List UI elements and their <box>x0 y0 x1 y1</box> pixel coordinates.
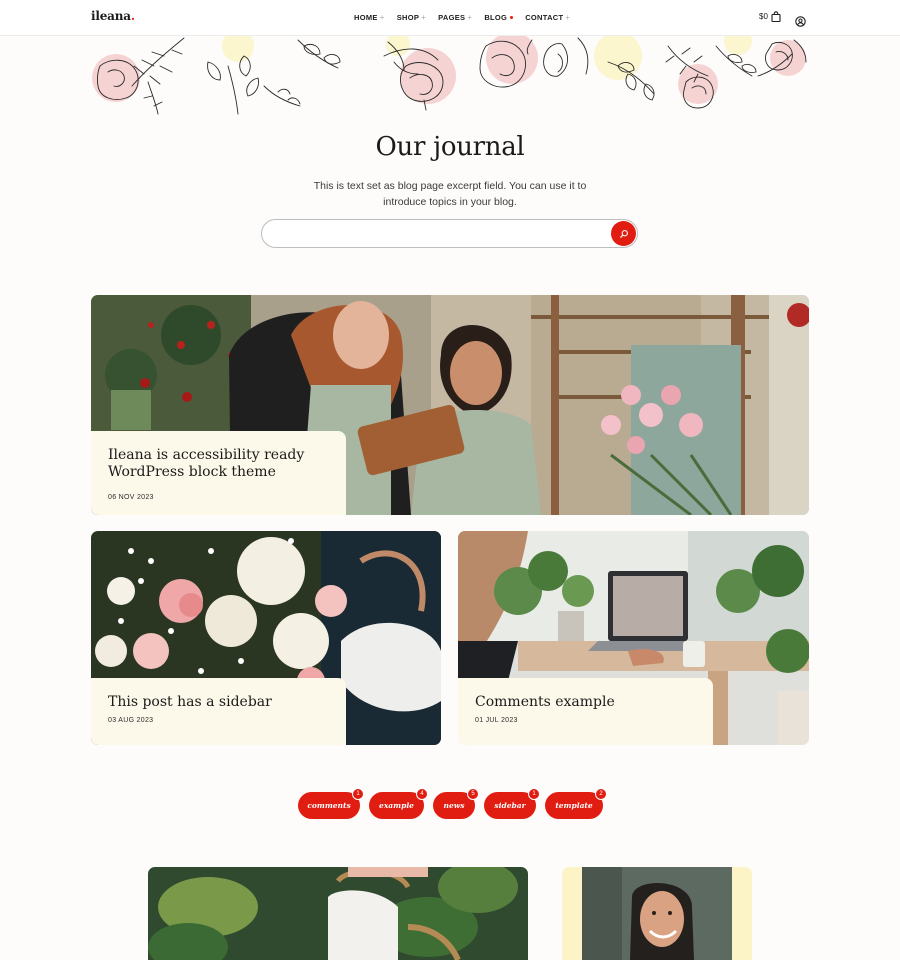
site-logo[interactable]: ileana. <box>91 9 135 23</box>
plus-icon: + <box>379 13 385 22</box>
tag-cloud: comments 1 example 4 news 5 sidebar 1 templa… <box>298 788 607 819</box>
tag-news[interactable]: news 5 <box>433 788 479 819</box>
nav-item-home[interactable]: HOME + <box>354 13 385 22</box>
page-excerpt: This is text set as blog page excerpt fi… <box>313 180 587 208</box>
tag-count-badge: 1 <box>352 788 364 800</box>
active-dot-icon <box>510 16 514 19</box>
plus-icon: + <box>565 13 571 22</box>
post-caption: Ileana is accessibility ready WordPress … <box>91 431 346 515</box>
tag-sidebar[interactable]: sidebar 1 <box>484 788 540 819</box>
shopping-bag-icon <box>771 11 781 22</box>
post-caption: This post has a sidebar 03 AUG 2023 <box>91 678 346 745</box>
post-thumbnail-portrait[interactable] <box>562 867 752 960</box>
user-circle-icon <box>795 16 806 27</box>
post-title[interactable]: Ileana is accessibility ready WordPress … <box>108 447 328 481</box>
search-icon <box>619 229 628 238</box>
post-date: 03 AUG 2023 <box>108 717 154 724</box>
nav-item-contact[interactable]: CONTACT + <box>525 13 570 22</box>
tag-count-badge: 5 <box>467 788 479 800</box>
plus-icon: + <box>421 13 427 22</box>
floral-decoration <box>92 36 807 115</box>
post-caption: Comments example 01 JUL 2023 <box>458 678 713 745</box>
page-title: Our journal <box>375 132 525 162</box>
post-thumbnail-watering-can[interactable] <box>148 867 528 960</box>
nav-item-pages[interactable]: PAGES + <box>438 13 472 22</box>
nav-item-blog[interactable]: BLOG <box>484 13 514 22</box>
search-input[interactable] <box>274 225 604 243</box>
search-button[interactable] <box>611 221 636 246</box>
post-date: 01 JUL 2023 <box>475 717 518 724</box>
cart-total: $0 <box>759 12 768 21</box>
smiling-woman-photo <box>562 867 752 960</box>
tag-example[interactable]: example 4 <box>369 788 428 819</box>
account-button[interactable] <box>795 12 806 31</box>
plus-icon: + <box>467 13 473 22</box>
post-date: 06 NOV 2023 <box>108 494 154 501</box>
post-card-comments[interactable]: Comments example 01 JUL 2023 <box>458 531 809 745</box>
site-header: ileana. HOME + SHOP + PAGES + BLOG CONTACT +… <box>0 0 900 36</box>
main-nav: HOME + SHOP + PAGES + BLOG CONTACT + <box>354 13 570 22</box>
post-title[interactable]: This post has a sidebar <box>108 694 338 711</box>
tag-comments[interactable]: comments 1 <box>298 788 364 819</box>
watering-can-plants-photo <box>148 867 528 960</box>
post-card-featured[interactable]: Ileana is accessibility ready WordPress … <box>91 295 809 515</box>
tag-count-badge: 4 <box>416 788 428 800</box>
search-box <box>261 219 638 248</box>
tag-template[interactable]: template 2 <box>545 788 607 819</box>
nav-item-shop[interactable]: SHOP + <box>397 13 426 22</box>
cart-button[interactable]: $0 <box>759 11 781 22</box>
post-title[interactable]: Comments example <box>475 694 705 711</box>
tag-count-badge: 1 <box>528 788 540 800</box>
post-card-sidebar[interactable]: This post has a sidebar 03 AUG 2023 <box>91 531 441 745</box>
tag-count-badge: 2 <box>595 788 607 800</box>
